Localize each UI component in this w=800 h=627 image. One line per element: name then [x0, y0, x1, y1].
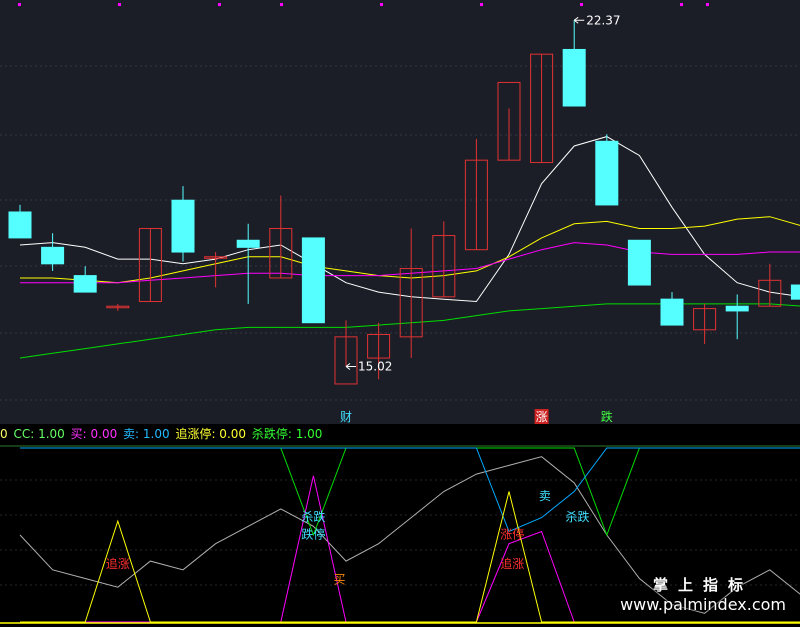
- top-marker: [18, 3, 21, 6]
- candle-body: [41, 246, 65, 265]
- signal-label: 跌停: [301, 526, 325, 541]
- top-marker: [580, 3, 583, 6]
- signal-label: 追涨: [500, 556, 524, 571]
- candle-body: [627, 239, 651, 286]
- watermark-url: www.palmindex.com: [620, 595, 786, 614]
- event-tag: 涨: [536, 409, 548, 424]
- event-tag: 跌: [601, 409, 613, 424]
- candle-body: [236, 239, 260, 248]
- top-marker: [380, 3, 383, 6]
- candle-body: [595, 140, 619, 206]
- watermark: 掌上指标 www.palmindex.com: [620, 575, 786, 615]
- legend-kill-limit-down: 杀跌停: 1.00: [251, 427, 323, 441]
- legend-chase-limit-up: 追涨停: 0.00: [175, 427, 247, 441]
- legend-cc: CC: 1.00: [13, 427, 65, 441]
- candle-body: [725, 305, 749, 312]
- candle-body: [8, 211, 32, 239]
- candle-body: [790, 284, 800, 300]
- signal-label: 杀跌: [301, 509, 325, 524]
- top-marker: [480, 3, 483, 6]
- candle-body: [73, 275, 97, 293]
- top-marker: [280, 3, 283, 6]
- legend-zero: 0: [0, 427, 8, 441]
- candle-body: [171, 199, 195, 253]
- stock-chart[interactable]: 22.3715.02财涨跌追涨杀跌跌停买涨停追涨卖杀跌: [0, 0, 800, 627]
- annotation-label: 15.02: [358, 360, 392, 374]
- signal-label: 卖: [539, 489, 551, 503]
- top-marker: [118, 3, 121, 6]
- legend-sell: 卖: 1.00: [123, 427, 170, 441]
- signal-label: 追涨: [106, 556, 130, 571]
- legend-buy: 买: 0.00: [70, 427, 118, 441]
- signal-label: 买: [333, 573, 345, 587]
- top-marker: [680, 3, 683, 6]
- candle-body: [301, 237, 325, 324]
- candle-body: [562, 48, 586, 107]
- event-tag: 财: [340, 410, 352, 424]
- top-marker: [706, 3, 709, 6]
- watermark-brand: 掌上指标: [653, 576, 754, 594]
- top-marker: [218, 3, 221, 6]
- signal-label: 涨停: [500, 526, 524, 541]
- indicator-legend: 0 CC: 1.00 买: 0.00 卖: 1.00 追涨停: 0.00 杀跌停…: [0, 424, 324, 444]
- price-panel-bg: [0, 0, 800, 424]
- annotation-label: 22.37: [586, 13, 620, 27]
- candle-body: [660, 298, 684, 326]
- indicator-line: [20, 447, 800, 537]
- signal-label: 杀跌: [565, 509, 589, 524]
